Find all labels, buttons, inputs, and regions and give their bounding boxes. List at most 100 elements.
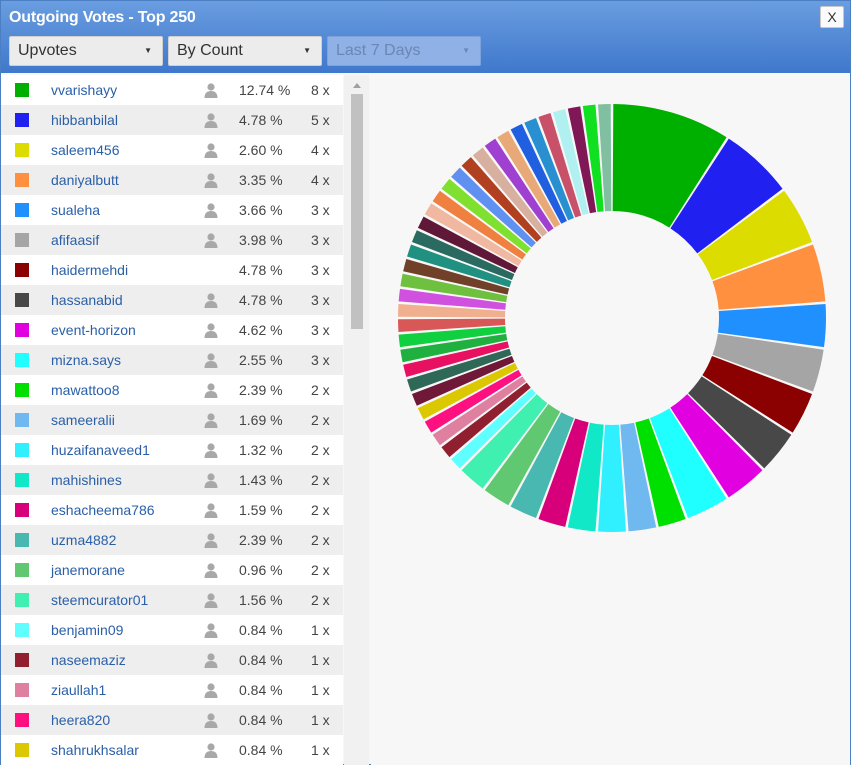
- person-icon[interactable]: [203, 622, 219, 638]
- username-link[interactable]: ziaullah1: [51, 682, 106, 698]
- vote-count: 2 x: [311, 532, 330, 548]
- vote-percent: 0.84 %: [239, 742, 283, 758]
- person-icon[interactable]: [203, 232, 219, 248]
- list-scrollbar[interactable]: [344, 75, 369, 765]
- vote-percent: 2.55 %: [239, 352, 283, 368]
- color-swatch: [15, 113, 29, 127]
- person-icon[interactable]: [203, 352, 219, 368]
- username-link[interactable]: hassanabid: [51, 292, 123, 308]
- scroll-up-arrow-icon[interactable]: [353, 83, 361, 88]
- person-icon[interactable]: [203, 562, 219, 578]
- vote-percent: 4.78 %: [239, 292, 283, 308]
- person-icon[interactable]: [203, 82, 219, 98]
- username-link[interactable]: hibbanbilal: [51, 112, 118, 128]
- username-link[interactable]: saleem456: [51, 142, 120, 158]
- list-item: benjamin09 0.84 % 1 x: [1, 615, 343, 645]
- color-swatch: [15, 443, 29, 457]
- sort-select-value: By Count: [177, 42, 243, 59]
- list-item: daniyalbutt 3.35 % 4 x: [1, 165, 343, 195]
- color-swatch: [15, 233, 29, 247]
- username-link[interactable]: huzaifanaveed1: [51, 442, 150, 458]
- username-link[interactable]: sameeralii: [51, 412, 115, 428]
- vote-type-select[interactable]: Upvotes ▼: [9, 36, 163, 66]
- vote-percent: 4.62 %: [239, 322, 283, 338]
- vote-percent: 1.56 %: [239, 592, 283, 608]
- votes-donut-chart: [398, 104, 826, 532]
- person-icon[interactable]: [203, 682, 219, 698]
- vote-percent: 4.78 %: [239, 262, 283, 278]
- username-link[interactable]: mizna.says: [51, 352, 121, 368]
- username-link[interactable]: shahrukhsalar: [51, 742, 139, 758]
- dropdown-arrow-icon: ▼: [462, 46, 470, 55]
- chart-area: [371, 75, 850, 765]
- username-link[interactable]: event-horizon: [51, 322, 136, 338]
- vote-percent: 12.74 %: [239, 82, 291, 98]
- list-item: mizna.says 2.55 % 3 x: [1, 345, 343, 375]
- person-icon[interactable]: [203, 322, 219, 338]
- username-link[interactable]: uzma4882: [51, 532, 116, 548]
- list-item: hassanabid 4.78 % 3 x: [1, 285, 343, 315]
- color-swatch: [15, 623, 29, 637]
- window-title: Outgoing Votes - Top 250: [9, 9, 196, 26]
- vote-percent: 1.32 %: [239, 442, 283, 458]
- vote-percent: 3.35 %: [239, 172, 283, 188]
- vote-count: 1 x: [311, 742, 330, 758]
- color-swatch: [15, 413, 29, 427]
- person-icon[interactable]: [203, 292, 219, 308]
- period-select: Last 7 Days ▼: [327, 36, 481, 66]
- username-link[interactable]: steemcurator01: [51, 592, 148, 608]
- username-link[interactable]: haidermehdi: [51, 262, 128, 278]
- color-swatch: [15, 263, 29, 277]
- sort-select[interactable]: By Count ▼: [168, 36, 322, 66]
- vote-count: 8 x: [311, 82, 330, 98]
- vote-count: 3 x: [311, 232, 330, 248]
- person-icon[interactable]: [203, 202, 219, 218]
- person-icon[interactable]: [203, 112, 219, 128]
- color-swatch: [15, 83, 29, 97]
- username-link[interactable]: janemorane: [51, 562, 125, 578]
- username-link[interactable]: daniyalbutt: [51, 172, 119, 188]
- person-icon[interactable]: [203, 712, 219, 728]
- person-icon[interactable]: [203, 172, 219, 188]
- person-icon[interactable]: [203, 592, 219, 608]
- color-swatch: [15, 383, 29, 397]
- vote-type-select-value: Upvotes: [18, 42, 77, 59]
- scrollbar-thumb[interactable]: [351, 94, 363, 329]
- username-link[interactable]: mawattoo8: [51, 382, 119, 398]
- username-link[interactable]: benjamin09: [51, 622, 123, 638]
- person-icon[interactable]: [203, 472, 219, 488]
- person-icon[interactable]: [203, 532, 219, 548]
- person-icon[interactable]: [203, 142, 219, 158]
- vote-count: 3 x: [311, 202, 330, 218]
- list-item: afifaasif 3.98 % 3 x: [1, 225, 343, 255]
- vote-percent: 1.59 %: [239, 502, 283, 518]
- color-swatch: [15, 323, 29, 337]
- person-icon[interactable]: [203, 742, 219, 758]
- vote-percent: 3.98 %: [239, 232, 283, 248]
- vote-count: 2 x: [311, 412, 330, 428]
- outgoing-votes-window: Outgoing Votes - Top 250 X Upvotes ▼ By …: [0, 0, 851, 765]
- person-icon[interactable]: [203, 412, 219, 428]
- vote-percent: 0.96 %: [239, 562, 283, 578]
- username-link[interactable]: sualeha: [51, 202, 100, 218]
- username-link[interactable]: afifaasif: [51, 232, 99, 248]
- color-swatch: [15, 173, 29, 187]
- person-icon[interactable]: [203, 442, 219, 458]
- username-link[interactable]: eshacheema786: [51, 502, 155, 518]
- vote-count: 1 x: [311, 682, 330, 698]
- vote-count: 3 x: [311, 292, 330, 308]
- vote-count: 1 x: [311, 622, 330, 638]
- person-icon[interactable]: [203, 502, 219, 518]
- username-link[interactable]: heera820: [51, 712, 110, 728]
- username-link[interactable]: mahishines: [51, 472, 122, 488]
- vote-count: 4 x: [311, 142, 330, 158]
- person-icon[interactable]: [203, 382, 219, 398]
- list-item: saleem456 2.60 % 4 x: [1, 135, 343, 165]
- color-swatch: [15, 683, 29, 697]
- color-swatch: [15, 353, 29, 367]
- person-icon[interactable]: [203, 652, 219, 668]
- close-button[interactable]: X: [820, 6, 844, 28]
- username-link[interactable]: vvarishayy: [51, 82, 117, 98]
- color-swatch: [15, 473, 29, 487]
- username-link[interactable]: naseemaziz: [51, 652, 126, 668]
